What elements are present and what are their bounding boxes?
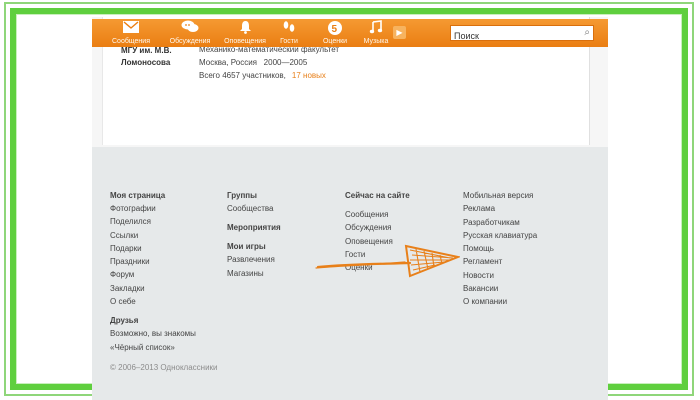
footer-link[interactable]: Закладки bbox=[110, 282, 196, 295]
footer-link[interactable]: Сообщения bbox=[345, 208, 410, 221]
footer-heading-my-page[interactable]: Моя страница bbox=[110, 189, 196, 202]
nav-messages-label: Сообщения bbox=[112, 38, 150, 45]
nav-discussions-label: Обсуждения bbox=[169, 38, 211, 45]
group-members: Всего 4657 участников, 17 новых bbox=[199, 71, 326, 80]
footer-link-ads[interactable]: Реклама bbox=[463, 202, 537, 215]
footer-heading-online[interactable]: Сейчас на сайте bbox=[345, 189, 410, 202]
group-city: Москва, Россия 2000—2005 bbox=[199, 58, 307, 67]
arrow-annotation-icon bbox=[315, 244, 460, 278]
group-years: 2000—2005 bbox=[263, 58, 308, 67]
footer-link-rules[interactable]: Регламент bbox=[463, 255, 537, 268]
footer-link[interactable]: Возможно, вы знакомы bbox=[110, 327, 196, 340]
footer-link[interactable]: Сообщества bbox=[227, 202, 281, 215]
footer-link-about[interactable]: О компании bbox=[463, 295, 537, 308]
footer-link[interactable]: Магазины bbox=[227, 267, 281, 280]
group-city-text: Москва, Россия bbox=[199, 58, 257, 67]
envelope-icon bbox=[102, 20, 160, 38]
copyright: © 2006–2013 Одноклассники bbox=[110, 363, 218, 372]
footer-link[interactable]: Развлечения bbox=[227, 253, 281, 266]
footer-link[interactable]: О себе bbox=[110, 295, 196, 308]
footer-link[interactable]: Обсуждения bbox=[345, 221, 410, 234]
footer-link-mobile[interactable]: Мобильная версия bbox=[463, 189, 537, 202]
nav-messages[interactable]: Сообщения bbox=[102, 19, 160, 47]
nav-discussions[interactable]: Обсуждения bbox=[161, 19, 219, 47]
footer-heading-friends[interactable]: Друзья bbox=[110, 314, 196, 327]
svg-text:5: 5 bbox=[332, 24, 338, 35]
play-icon[interactable]: ▶ bbox=[393, 26, 406, 39]
search-input[interactable] bbox=[451, 29, 574, 43]
members-count: Всего 4657 участников, bbox=[199, 71, 286, 80]
new-members-link[interactable]: 17 новых bbox=[292, 71, 326, 80]
footer-link[interactable]: «Чёрный список» bbox=[110, 341, 196, 354]
site-page: МГУ им. М.В. Ломоносова Механико-математ… bbox=[92, 17, 608, 400]
top-toolbar: Сообщения Обсуждения Оповещения Гости 5 … bbox=[92, 19, 608, 47]
footer-heading-groups[interactable]: Группы bbox=[227, 189, 281, 202]
nav-music-label: Музыка bbox=[363, 38, 389, 45]
footer-link[interactable]: Поделился bbox=[110, 215, 196, 228]
group-name[interactable]: МГУ им. М.В. Ломоносова bbox=[121, 45, 191, 69]
footer-link-help[interactable]: Помощь bbox=[463, 242, 537, 255]
footer-column-groups: Группы Сообщества Мероприятия Мои игры Р… bbox=[227, 189, 281, 280]
footer-link-vacancies[interactable]: Вакансии bbox=[463, 282, 537, 295]
footer-link[interactable]: Ссылки bbox=[110, 229, 196, 242]
footer-link[interactable]: Праздники bbox=[110, 255, 196, 268]
footer-heading-events[interactable]: Мероприятия bbox=[227, 221, 281, 234]
footer-column-service: Мобильная версия Реклама Разработчикам Р… bbox=[463, 189, 537, 309]
footer-link-developers[interactable]: Разработчикам bbox=[463, 216, 537, 229]
footer-column-my-page: Моя страница Фотографии Поделился Ссылки… bbox=[110, 189, 196, 354]
footer-link[interactable]: Фотографии bbox=[110, 202, 196, 215]
footer-link[interactable]: Форум bbox=[110, 268, 196, 281]
search-icon[interactable]: ⌕ bbox=[584, 27, 590, 38]
footer-heading-my-games[interactable]: Мои игры bbox=[227, 240, 281, 253]
footer-link[interactable]: Подарки bbox=[110, 242, 196, 255]
footer-link-keyboard[interactable]: Русская клавиатура bbox=[463, 229, 537, 242]
footer-link-news[interactable]: Новости bbox=[463, 269, 537, 282]
search-box: ⌕ bbox=[450, 25, 594, 43]
discussions-icon bbox=[161, 20, 219, 38]
